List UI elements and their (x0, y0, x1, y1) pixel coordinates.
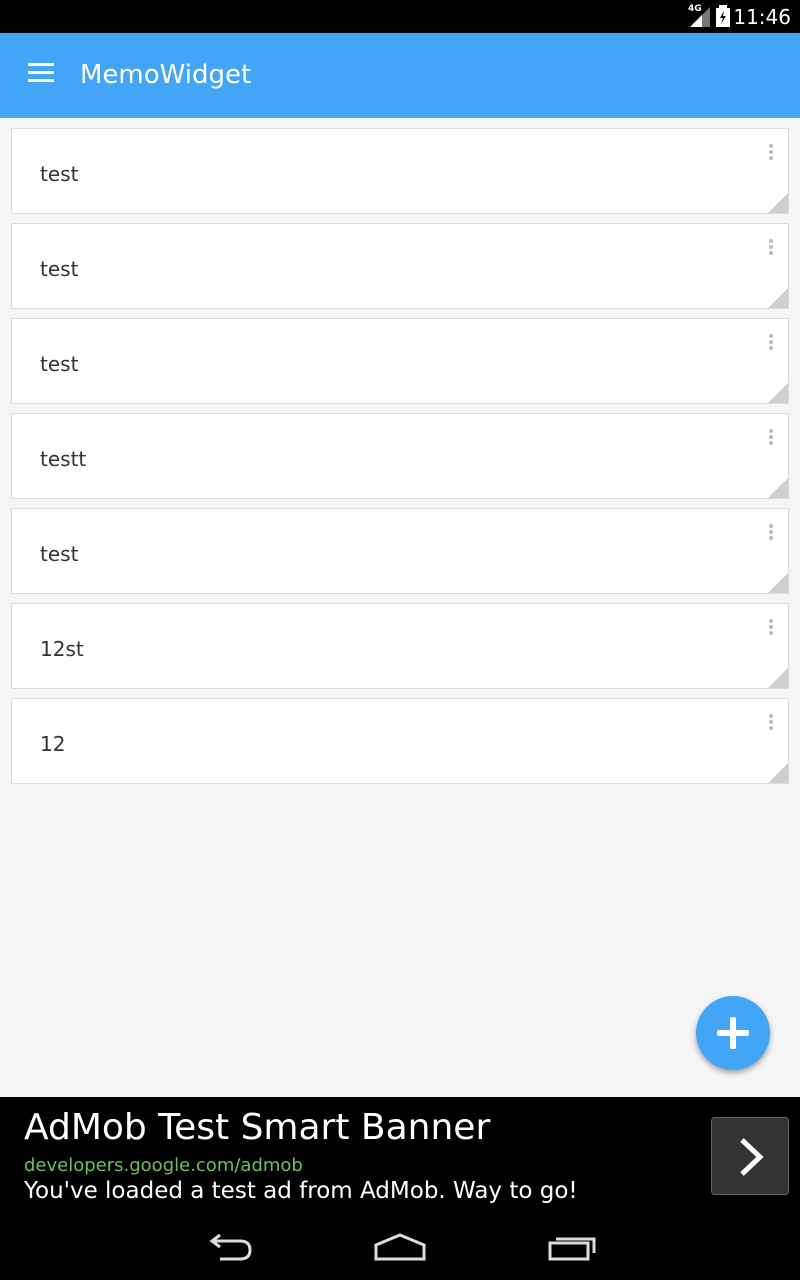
memo-text: 12 (40, 732, 66, 756)
hamburger-menu-icon[interactable] (28, 63, 58, 87)
memo-text: test (40, 352, 79, 376)
page-fold-icon (768, 763, 788, 783)
more-options-icon[interactable] (768, 239, 774, 259)
page-fold-icon (768, 478, 788, 498)
app-bar: MemoWidget (0, 33, 800, 118)
page-fold-icon (768, 193, 788, 213)
back-button[interactable] (200, 1231, 260, 1263)
page-fold-icon (768, 668, 788, 688)
more-options-icon[interactable] (768, 714, 774, 734)
memo-card[interactable]: test (11, 318, 789, 404)
page-fold-icon (768, 383, 788, 403)
memo-card[interactable]: 12st (11, 603, 789, 689)
navigation-bar (0, 1215, 800, 1280)
add-memo-button[interactable] (696, 996, 770, 1070)
more-options-icon[interactable] (768, 429, 774, 449)
memo-text: test (40, 542, 79, 566)
memo-text: 12st (40, 637, 84, 661)
home-icon (374, 1233, 426, 1261)
chevron-right-icon (740, 1138, 764, 1176)
memo-list: test test test testt test 12st 12 (11, 128, 789, 793)
ad-open-button[interactable] (711, 1117, 789, 1195)
more-options-icon[interactable] (768, 334, 774, 354)
memo-text: testt (40, 447, 87, 471)
back-icon (209, 1233, 252, 1261)
more-options-icon[interactable] (768, 144, 774, 164)
page-fold-icon (768, 288, 788, 308)
signal-icon (690, 7, 710, 27)
more-options-icon[interactable] (768, 619, 774, 639)
memo-card[interactable]: test (11, 223, 789, 309)
more-options-icon[interactable] (768, 524, 774, 544)
ad-title: AdMob Test Smart Banner (24, 1107, 491, 1148)
memo-card[interactable]: 12 (11, 698, 789, 784)
recent-apps-icon (548, 1237, 596, 1261)
clock: 11:46 (733, 5, 791, 29)
status-bar: 4G 11:46 (0, 0, 800, 33)
page-fold-icon (768, 573, 788, 593)
ad-description: You've loaded a test ad from AdMob. Way … (24, 1178, 578, 1204)
home-button[interactable] (370, 1231, 430, 1263)
memo-card[interactable]: testt (11, 413, 789, 499)
battery-icon (716, 5, 730, 27)
memo-card[interactable]: test (11, 128, 789, 214)
memo-text: test (40, 257, 79, 281)
ad-url: developers.google.com/admob (24, 1155, 303, 1176)
recent-apps-button[interactable] (542, 1231, 602, 1263)
ad-banner[interactable]: AdMob Test Smart Banner developers.googl… (0, 1097, 800, 1215)
app-title: MemoWidget (80, 60, 252, 90)
memo-text: test (40, 162, 79, 186)
memo-card[interactable]: test (11, 508, 789, 594)
